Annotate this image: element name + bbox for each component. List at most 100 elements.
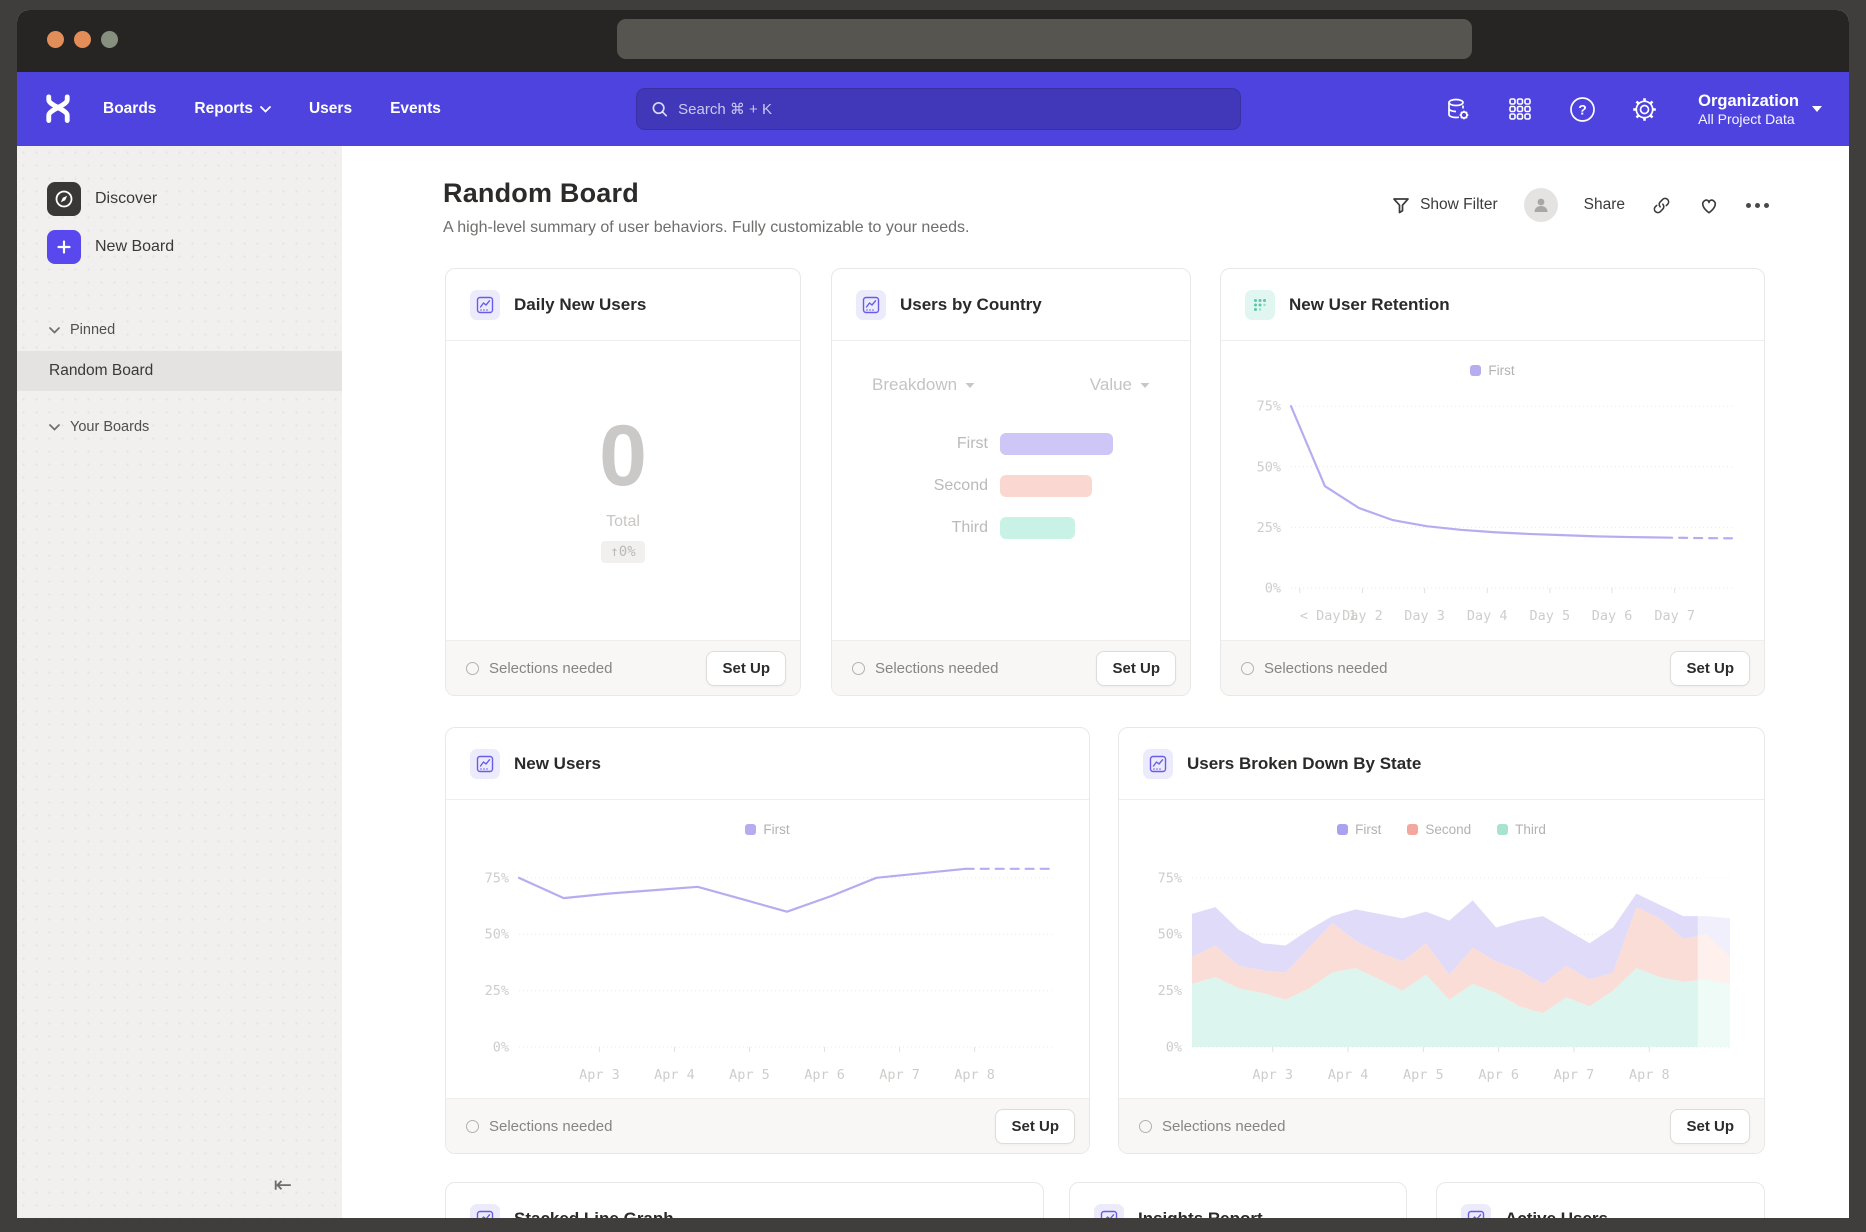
bar-label: Second	[832, 477, 1000, 495]
nav-link-reports[interactable]: Reports	[194, 100, 271, 118]
nav-link-users[interactable]: Users	[309, 100, 352, 118]
collapse-sidebar-icon[interactable]: ⇤	[274, 1173, 292, 1198]
board-name: Random Board	[49, 362, 153, 380]
nav-link-events[interactable]: Events	[390, 100, 441, 118]
line-chart-icon	[856, 290, 886, 320]
copy-link-icon[interactable]	[1651, 195, 1672, 216]
svg-text:Apr 4: Apr 4	[654, 1067, 695, 1083]
status-text: Selections needed	[489, 660, 612, 677]
org-name: Organization	[1698, 91, 1799, 112]
status-circle-icon	[1139, 1120, 1152, 1133]
legend-item[interactable]: Second	[1407, 822, 1471, 837]
card-new-user-retention: New User Retention First 75%50%25%0%< Da…	[1220, 268, 1765, 696]
search-icon	[651, 100, 668, 118]
svg-text:Apr 8: Apr 8	[954, 1067, 995, 1083]
svg-text:Apr 8: Apr 8	[1628, 1067, 1669, 1083]
page-subtitle: A high-level summary of user behaviors. …	[443, 219, 969, 237]
retention-chart[interactable]: First 75%50%25%0%< Day 1Day 2Day 3Day 4D…	[1221, 341, 1764, 640]
bar[interactable]	[1000, 433, 1113, 455]
legend-item[interactable]: Third	[1497, 822, 1546, 837]
metric-value: 0	[446, 413, 800, 499]
chevron-down-icon	[1811, 105, 1823, 113]
svg-text:25%: 25%	[1157, 983, 1181, 999]
status-text: Selections needed	[875, 660, 998, 677]
show-filter-button[interactable]: Show Filter	[1392, 196, 1498, 214]
bar-row: Third	[832, 517, 1190, 539]
card-title: Active Users	[1505, 1209, 1608, 1219]
set-up-button[interactable]: Set Up	[1096, 651, 1176, 686]
more-options-icon[interactable]	[1746, 203, 1769, 208]
card-title: New User Retention	[1289, 295, 1450, 315]
status-circle-icon	[466, 1120, 479, 1133]
line-chart-icon	[470, 290, 500, 320]
svg-text:Apr 7: Apr 7	[879, 1067, 920, 1083]
new-users-chart[interactable]: First 75%50%25%0%Apr 3Apr 4Apr 5Apr 6Apr…	[446, 800, 1089, 1098]
bar[interactable]	[1000, 517, 1075, 539]
favorite-heart-icon[interactable]	[1698, 195, 1720, 215]
set-up-button[interactable]: Set Up	[995, 1109, 1075, 1144]
sidebar-item-new-board[interactable]: New Board	[17, 230, 342, 264]
apps-grid-icon[interactable]	[1506, 95, 1534, 123]
url-bar[interactable]	[617, 19, 1472, 59]
status-circle-icon	[466, 662, 479, 675]
legend-item[interactable]: First	[1470, 363, 1514, 378]
chevron-down-icon	[260, 106, 271, 113]
sidebar: Discover New Board Pinned Random Board Y…	[17, 146, 342, 1218]
set-up-button[interactable]: Set Up	[1670, 1109, 1750, 1144]
svg-text:0%: 0%	[1265, 581, 1281, 597]
stacked-area-chart[interactable]: FirstSecondThird 75%50%25%0%Apr 3Apr 4Ap…	[1119, 800, 1764, 1098]
svg-text:Apr 3: Apr 3	[1252, 1067, 1293, 1083]
card-daily-new-users: Daily New Users 0 Total ↑0% Selections n…	[445, 268, 801, 696]
share-button[interactable]: Share	[1584, 196, 1625, 214]
avatar[interactable]	[1524, 188, 1558, 222]
sidebar-section-pinned[interactable]: Pinned	[17, 318, 342, 342]
svg-text:Day 3: Day 3	[1404, 608, 1445, 624]
set-up-button[interactable]: Set Up	[706, 651, 786, 686]
svg-text:Apr 6: Apr 6	[804, 1067, 845, 1083]
svg-text:Day 2: Day 2	[1342, 608, 1383, 624]
card-users-by-state: Users Broken Down By State FirstSecondTh…	[1118, 727, 1765, 1154]
sidebar-label: Discover	[95, 190, 157, 208]
sidebar-board-random-board[interactable]: Random Board	[17, 351, 342, 391]
bar[interactable]	[1000, 475, 1092, 497]
svg-text:Day 6: Day 6	[1592, 608, 1633, 624]
window-control-minimize[interactable]	[74, 31, 91, 48]
legend-item[interactable]: First	[745, 822, 789, 837]
card-title: New Users	[514, 754, 601, 774]
card-title: Insights Report	[1138, 1209, 1263, 1219]
bar-label: First	[832, 435, 1000, 453]
chart-legend: First	[446, 800, 1089, 837]
line-chart-icon	[1094, 1204, 1124, 1219]
legend-swatch	[1337, 824, 1348, 835]
chevron-down-icon	[49, 424, 60, 431]
sidebar-section-your-boards[interactable]: Your Boards	[17, 415, 342, 439]
search-input[interactable]	[678, 101, 1226, 118]
line-chart-icon	[1143, 749, 1173, 779]
navbar-right: ? Organization All P	[1444, 91, 1823, 128]
value-dropdown[interactable]: Value	[1090, 375, 1150, 395]
help-icon[interactable]: ?	[1568, 95, 1596, 123]
mixpanel-logo-icon[interactable]	[43, 94, 73, 124]
svg-text:Apr 5: Apr 5	[729, 1067, 770, 1083]
sidebar-item-discover[interactable]: Discover	[17, 182, 342, 216]
window-control-zoom[interactable]	[101, 31, 118, 48]
data-management-icon[interactable]	[1444, 95, 1472, 123]
compass-icon	[47, 182, 81, 216]
svg-text:75%: 75%	[1257, 399, 1281, 415]
horizontal-bar-chart[interactable]: First Second Third	[832, 433, 1190, 539]
metric-label: Total	[446, 513, 800, 531]
org-switcher[interactable]: Organization All Project Data	[1698, 91, 1823, 128]
search-bar[interactable]	[636, 88, 1241, 130]
metric-body[interactable]: 0 Total ↑0%	[446, 341, 800, 640]
set-up-button[interactable]: Set Up	[1670, 651, 1750, 686]
window-control-close[interactable]	[47, 31, 64, 48]
svg-text:Apr 3: Apr 3	[579, 1067, 620, 1083]
app-window: Boards Reports Users Events	[17, 10, 1849, 1218]
legend-item[interactable]: First	[1337, 822, 1381, 837]
card-title: Daily New Users	[514, 295, 646, 315]
titlebar	[17, 10, 1849, 72]
legend-swatch	[1497, 824, 1508, 835]
breakdown-dropdown[interactable]: Breakdown	[872, 375, 975, 395]
settings-gear-icon[interactable]	[1630, 95, 1658, 123]
nav-link-boards[interactable]: Boards	[103, 100, 156, 118]
